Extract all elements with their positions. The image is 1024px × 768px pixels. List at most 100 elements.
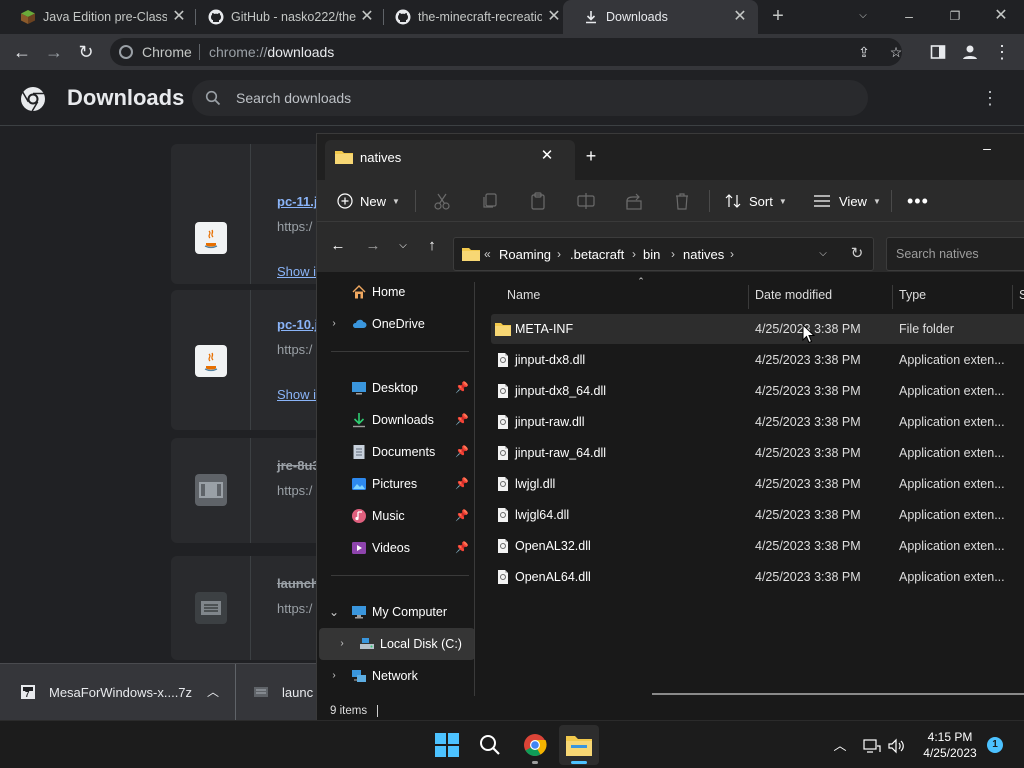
- file-row[interactable]: jinput-raw_64.dll 4/25/2023 3:38 PM Appl…: [491, 438, 1024, 468]
- file-row[interactable]: OpenAL32.dll 4/25/2023 3:38 PM Applicati…: [491, 531, 1024, 561]
- column-resize-handle[interactable]: [1012, 285, 1013, 309]
- file-row[interactable]: jinput-dx8.dll 4/25/2023 3:38 PM Applica…: [491, 345, 1024, 375]
- nav-item-music[interactable]: Music 📌: [317, 500, 473, 532]
- breadcrumb-chevron-icon[interactable]: ›: [557, 247, 561, 261]
- tab-downloads[interactable]: Downloads ✕: [563, 0, 758, 34]
- show-in-folder-link[interactable]: Show i: [277, 387, 316, 402]
- close-tab-icon[interactable]: ✕: [537, 146, 557, 166]
- tab-close-icon[interactable]: ✕: [358, 8, 376, 26]
- show-hidden-icons-chevron-icon[interactable]: ︿: [830, 736, 850, 756]
- more-actions-icon[interactable]: ⋮: [980, 88, 1000, 108]
- column-header-date[interactable]: Date modified: [755, 288, 832, 302]
- breadcrumb-item[interactable]: natives: [683, 247, 724, 262]
- tab-close-icon[interactable]: ✕: [170, 8, 188, 26]
- explorer-new-tab-button[interactable]: +: [581, 146, 601, 166]
- paste-icon[interactable]: [527, 190, 549, 212]
- column-header-name[interactable]: Name: [507, 288, 540, 302]
- file-row-meta-inf[interactable]: META-INF 4/25/2023 3:38 PM File folder: [491, 314, 1024, 344]
- file-row[interactable]: jinput-raw.dll 4/25/2023 3:38 PM Applica…: [491, 407, 1024, 437]
- new-tab-button[interactable]: +: [768, 6, 788, 27]
- volume-icon[interactable]: [886, 736, 906, 756]
- recent-locations-icon[interactable]: ⌵: [393, 236, 413, 256]
- new-button[interactable]: New ▼: [337, 190, 400, 212]
- file-name-link[interactable]: pc-10.j: [277, 317, 318, 332]
- sort-button[interactable]: Sort ▼: [725, 190, 787, 212]
- refresh-icon[interactable]: ↻: [848, 245, 866, 263]
- side-panel-icon[interactable]: [926, 40, 950, 64]
- column-header-type[interactable]: Type: [899, 288, 926, 302]
- tab-close-icon[interactable]: ✕: [545, 8, 563, 26]
- file-row[interactable]: OpenAL64.dll 4/25/2023 3:38 PM Applicati…: [491, 562, 1024, 592]
- nav-item-network[interactable]: › Network: [317, 660, 473, 692]
- profile-avatar-icon[interactable]: [958, 40, 982, 64]
- tab-search-icon[interactable]: ⌵: [848, 5, 878, 27]
- breadcrumb-item[interactable]: bin: [643, 247, 660, 262]
- tab-close-icon[interactable]: ✕: [731, 8, 749, 26]
- tab-java-edition[interactable]: Java Edition pre-Classic ✕: [0, 0, 195, 34]
- explorer-search-box[interactable]: [886, 237, 1024, 271]
- chrome-menu-icon[interactable]: ⋮: [990, 40, 1014, 64]
- rename-icon[interactable]: [575, 190, 597, 212]
- horizontal-scrollbar[interactable]: [652, 693, 1024, 695]
- nav-item-pictures[interactable]: Pictures 📌: [317, 468, 473, 500]
- forward-button[interactable]: →: [363, 236, 383, 256]
- collapse-chevron-icon[interactable]: ⌄: [327, 604, 341, 620]
- expand-chevron-icon[interactable]: ›: [327, 316, 341, 332]
- nav-item-local-disk[interactable]: › Local Disk (C:): [319, 628, 475, 660]
- file-row[interactable]: lwjgl.dll 4/25/2023 3:38 PM Application …: [491, 469, 1024, 499]
- copy-icon[interactable]: [479, 190, 501, 212]
- search-downloads-input[interactable]: [236, 88, 836, 108]
- bookmark-star-icon[interactable]: ☆: [886, 42, 906, 62]
- show-in-folder-link[interactable]: Show i: [277, 264, 316, 279]
- file-row[interactable]: jinput-dx8_64.dll 4/25/2023 3:38 PM Appl…: [491, 376, 1024, 406]
- nav-item-videos[interactable]: Videos 📌: [317, 532, 473, 564]
- close-window-button[interactable]: ✕: [986, 5, 1016, 27]
- expand-chevron-icon[interactable]: ›: [335, 636, 349, 652]
- nav-item-documents[interactable]: Documents 📌: [317, 436, 473, 468]
- explorer-tab[interactable]: natives ✕: [325, 140, 575, 180]
- forward-button[interactable]: →: [42, 40, 66, 64]
- back-button[interactable]: ←: [328, 236, 348, 256]
- expand-chevron-icon[interactable]: ›: [327, 668, 341, 684]
- clock-time[interactable]: 4:15 PM: [918, 730, 982, 744]
- taskbar-chrome[interactable]: [515, 725, 555, 765]
- breadcrumb-item[interactable]: Roaming: [499, 247, 551, 262]
- breadcrumb-item[interactable]: .betacraft: [570, 247, 624, 262]
- network-status-icon[interactable]: [862, 736, 882, 756]
- clock-date[interactable]: 4/25/2023: [918, 746, 982, 760]
- column-resize-handle[interactable]: [892, 285, 893, 309]
- chevron-up-icon[interactable]: ︿: [205, 683, 221, 699]
- delete-icon[interactable]: [671, 190, 693, 212]
- reload-button[interactable]: ↻: [74, 40, 98, 64]
- start-button[interactable]: [427, 725, 467, 765]
- breadcrumb-chevron-icon[interactable]: ›: [730, 247, 734, 261]
- back-button[interactable]: ←: [10, 40, 34, 64]
- shelf-item[interactable]: 7 MesaForWindows-x....7z ︿: [0, 664, 236, 721]
- view-button[interactable]: View ▼: [813, 190, 881, 212]
- explorer-minimize-button[interactable]: –: [977, 138, 997, 158]
- breadcrumb-chevron-icon[interactable]: ›: [671, 247, 675, 261]
- cut-icon[interactable]: [431, 190, 453, 212]
- notification-badge[interactable]: 1: [987, 737, 1003, 753]
- address-bar[interactable]: Chrome chrome://downloads ⇪ ☆: [110, 38, 902, 66]
- nav-item-downloads[interactable]: Downloads 📌: [317, 404, 473, 436]
- up-button[interactable]: ↑: [422, 236, 442, 256]
- column-header-size[interactable]: S: [1019, 288, 1024, 302]
- taskbar-file-explorer[interactable]: [559, 725, 599, 765]
- nav-item-desktop[interactable]: Desktop 📌: [317, 372, 473, 404]
- nav-item-home[interactable]: Home: [317, 276, 473, 308]
- share-icon[interactable]: ⇪: [854, 42, 874, 62]
- file-name-link[interactable]: pc-11.j: [277, 194, 317, 209]
- breadcrumb-overflow-icon[interactable]: «: [484, 247, 491, 261]
- file-row[interactable]: lwjgl64.dll 4/25/2023 3:38 PM Applicatio…: [491, 500, 1024, 530]
- restore-button[interactable]: ❐: [940, 5, 970, 27]
- tab-minecraft-recreation[interactable]: the-minecraft-recreatio ✕: [375, 0, 570, 34]
- share-icon[interactable]: [623, 190, 645, 212]
- tab-github-nasko[interactable]: GitHub - nasko222/the ✕: [188, 0, 383, 34]
- downloads-search[interactable]: [192, 80, 868, 116]
- address-dropdown-icon[interactable]: ⌵: [815, 246, 831, 262]
- address-breadcrumb-bar[interactable]: « Roaming › .betacraft › bin › natives ›…: [453, 237, 874, 271]
- more-options-icon[interactable]: •••: [907, 190, 929, 212]
- nav-item-onedrive[interactable]: › OneDrive: [317, 308, 473, 340]
- taskbar-search-button[interactable]: [470, 725, 510, 765]
